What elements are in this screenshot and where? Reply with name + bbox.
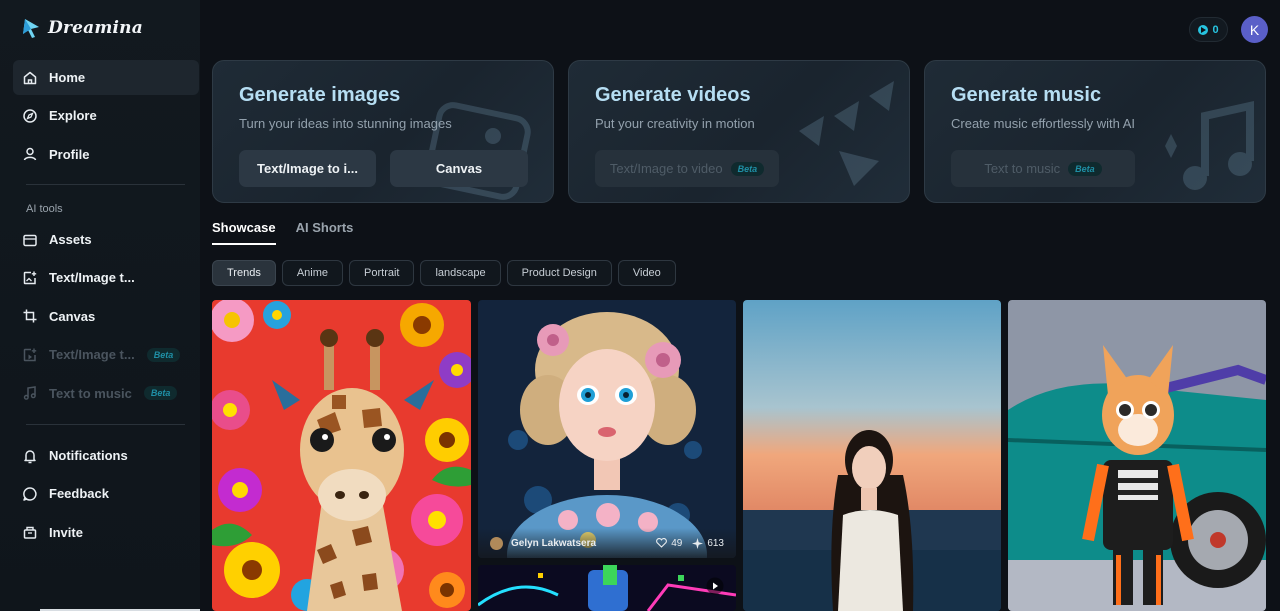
filter-chip-product-design[interactable]: Product Design: [506, 260, 612, 286]
tools-nav: Assets Text/Image t... Canvas Text/Image…: [13, 222, 199, 414]
neon-video-thumbnail-image: [478, 565, 736, 611]
credits-button[interactable]: 0: [1189, 17, 1228, 42]
sidebar-item-notifications[interactable]: Notifications: [13, 438, 199, 473]
home-icon: [22, 70, 38, 86]
gallery-item-cat-car[interactable]: [1008, 300, 1266, 611]
card-title: Generate images: [239, 84, 401, 106]
gallery-item-meta: Gelyn Lakwatsera 49 613: [478, 528, 736, 558]
beta-badge: Beta: [143, 386, 178, 401]
sidebar-item-label: Profile: [49, 146, 90, 162]
sidebar-item-label: Notifications: [49, 448, 128, 463]
filter-chip-trends[interactable]: Trends: [212, 260, 276, 286]
showcase-tabs: Showcase AI Shorts: [212, 220, 353, 245]
uses-count: 613: [707, 537, 724, 549]
filter-chip-landscape[interactable]: landscape: [420, 260, 501, 286]
generate-music-card: Generate music Create music effortlessly…: [924, 60, 1266, 203]
sidebar-item-label: Home: [49, 70, 86, 85]
user-avatar[interactable]: K: [1241, 16, 1268, 43]
card-subtitle: Put your creativity in motion: [595, 116, 755, 131]
dreamina-logo-icon: [23, 19, 39, 38]
credit-icon: [1198, 24, 1209, 35]
likes-stat[interactable]: 49: [656, 538, 682, 549]
beta-badge: Beta: [730, 161, 765, 176]
filter-chip-portrait[interactable]: Portrait: [349, 260, 415, 286]
beach-portrait-image: [743, 300, 1001, 611]
bell-icon: [22, 448, 38, 464]
sidebar-item-invite[interactable]: Invite: [13, 515, 199, 550]
uses-stat[interactable]: 613: [692, 537, 724, 549]
gallery-item-featured[interactable]: Gelyn Lakwatsera 49 613: [478, 300, 736, 558]
folder-icon: [22, 232, 38, 248]
sidebar-item-label: Text/Image t...: [49, 347, 135, 363]
beta-badge: Beta: [1068, 161, 1102, 176]
main-nav: Home Explore Profile: [13, 60, 199, 175]
author-name[interactable]: Gelyn Lakwatsera: [511, 538, 646, 549]
text-to-music-button[interactable]: Text to music Beta: [951, 150, 1135, 187]
text-image-to-image-button[interactable]: Text/Image to i...: [239, 150, 376, 187]
image-add-icon: [22, 270, 38, 286]
heart-icon: [656, 538, 668, 548]
sidebar-item-text-to-music[interactable]: Text to music Beta: [13, 376, 199, 411]
sidebar-item-label: Text to music: [49, 385, 132, 401]
card-subtitle: Create music effortlessly with AI: [951, 116, 1135, 131]
filter-chip-anime[interactable]: Anime: [281, 260, 344, 286]
crop-icon: [22, 308, 38, 324]
ai-tools-section-label: AI tools: [26, 203, 63, 215]
card-title: Generate videos: [595, 84, 751, 106]
tab-showcase[interactable]: Showcase: [212, 220, 276, 245]
video-add-icon: [22, 347, 38, 363]
music-deco-icon: [1165, 101, 1254, 190]
sidebar-item-label: Text/Image t...: [49, 270, 135, 286]
brand-logo[interactable]: Dreamina: [22, 17, 143, 39]
author-avatar[interactable]: [490, 536, 503, 550]
text-image-to-video-button[interactable]: Text/Image to video Beta: [595, 150, 779, 187]
sidebar-divider: [26, 184, 185, 185]
sparkle-icon: [692, 537, 704, 549]
credits-count: 0: [1212, 23, 1219, 36]
sidebar-item-profile[interactable]: Profile: [13, 137, 199, 172]
sidebar-item-text-image-to-image[interactable]: Text/Image t...: [13, 260, 199, 295]
gallery-item-giraffe[interactable]: [212, 300, 471, 611]
sidebar-item-label: Explore: [49, 108, 97, 124]
brand-name: Dreamina: [48, 18, 143, 38]
invite-icon: [22, 524, 38, 540]
filter-chips: Trends Anime Portrait landscape Product …: [212, 260, 676, 286]
sidebar-item-canvas[interactable]: Canvas: [13, 299, 199, 334]
video-deco-icon: [799, 81, 894, 186]
compass-icon: [22, 108, 38, 124]
sidebar-item-explore[interactable]: Explore: [13, 98, 199, 133]
card-title: Generate music: [951, 84, 1102, 106]
user-icon: [22, 146, 38, 162]
sidebar-item-label: Canvas: [49, 308, 96, 324]
tab-ai-shorts[interactable]: AI Shorts: [296, 220, 354, 245]
filter-chip-video[interactable]: Video: [617, 260, 676, 286]
generate-videos-card: Generate videos Put your creativity in m…: [568, 60, 910, 203]
sidebar-divider: [26, 424, 185, 425]
canvas-button[interactable]: Canvas: [390, 150, 528, 187]
sidebar-item-label: Invite: [49, 524, 83, 540]
gallery-item-beach-portrait[interactable]: [743, 300, 1001, 611]
sidebar-item-text-image-to-video[interactable]: Text/Image t... Beta: [13, 337, 199, 372]
sidebar-item-home[interactable]: Home: [13, 60, 199, 95]
likes-count: 49: [671, 537, 683, 549]
giraffe-artwork-image: [212, 300, 471, 611]
music-icon: [22, 385, 38, 401]
button-label: Text/Image to video: [609, 161, 723, 176]
cat-car-image: [1008, 300, 1266, 611]
doll-portrait-image: [478, 300, 736, 558]
feedback-icon: [22, 486, 38, 502]
card-subtitle: Turn your ideas into stunning images: [239, 116, 452, 131]
sidebar-item-label: Feedback: [49, 486, 109, 502]
gallery-item-neon-video[interactable]: [478, 565, 736, 611]
bottom-nav: Notifications Feedback Invite: [13, 438, 199, 553]
button-label: Text to music: [984, 161, 1061, 176]
sidebar-item-assets[interactable]: Assets: [13, 222, 199, 257]
generate-images-card: Generate images Turn your ideas into stu…: [212, 60, 554, 203]
sidebar-item-feedback[interactable]: Feedback: [13, 476, 199, 511]
sidebar-item-label: Assets: [49, 232, 92, 247]
sidebar: Dreamina Home Explore Profile AI tools A…: [0, 0, 200, 611]
play-icon: [706, 577, 724, 595]
beta-badge: Beta: [146, 347, 181, 362]
